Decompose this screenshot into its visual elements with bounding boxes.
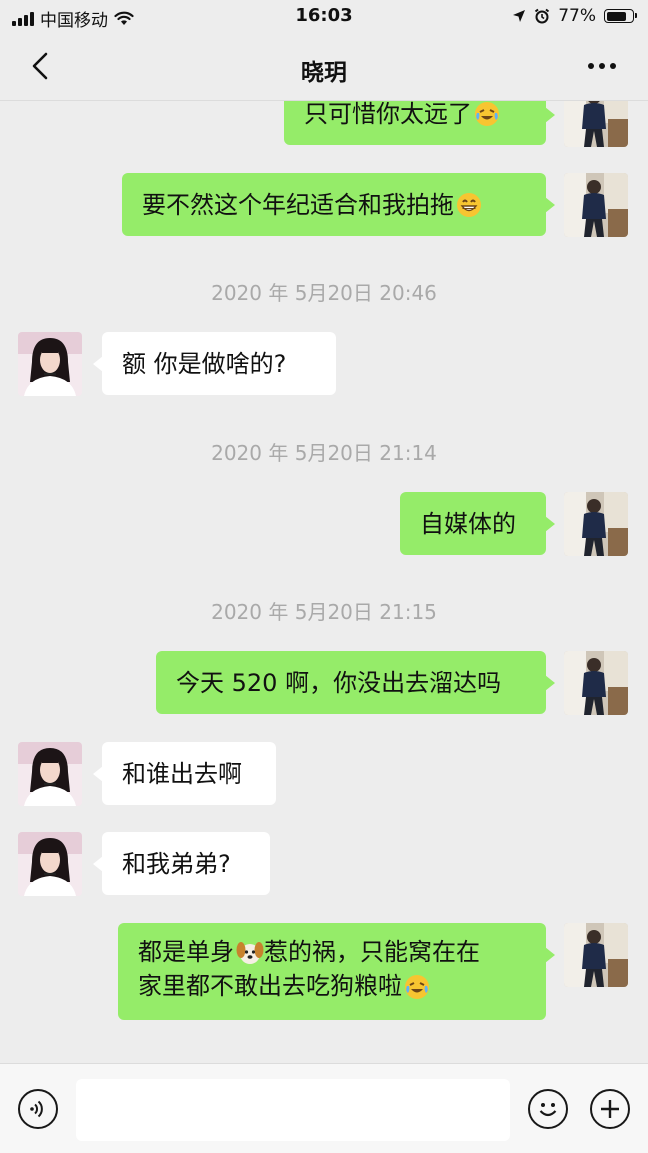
more-options-icon[interactable] <box>584 54 620 78</box>
dog-face-emoji <box>236 942 264 964</box>
contact-avatar[interactable] <box>18 742 82 806</box>
message-bubble-received[interactable]: 和我弟弟? <box>93 832 270 895</box>
voice-icon <box>30 1100 43 1118</box>
timestamp: 2020 年 5月20日 20:46 <box>211 281 437 305</box>
nav-bar: 晓玥 <box>0 34 648 101</box>
emoji-button[interactable] <box>528 1089 568 1129</box>
message-bubble-sent[interactable]: 要不然这个年纪适合和我拍拖 <box>122 173 555 236</box>
chat-title: 晓玥 <box>301 60 347 86</box>
message-line: 都是单身 惹的祸，只能窝在在 <box>138 935 480 969</box>
message-text: 额 你是做啥的? <box>122 349 287 378</box>
timestamp: 2020 年 5月20日 21:14 <box>211 441 437 465</box>
message-bubble-sent[interactable]: 自媒体的 <box>400 492 555 555</box>
status-right: 77% <box>512 6 637 26</box>
battery-percent: 77% <box>558 6 596 26</box>
plus-icon <box>601 1100 619 1118</box>
message-text: 家里都不敢出去吃狗粮啦 <box>138 972 402 1000</box>
message-bubble-sent[interactable]: 今天 520 啊，你没出去溜达吗 <box>156 651 555 714</box>
voice-button[interactable] <box>18 1089 58 1129</box>
my-avatar[interactable] <box>564 101 628 147</box>
message-bubble-sent[interactable]: 都是单身 惹的祸，只能窝在在 家里都不敢出去吃狗粮啦 <box>118 923 555 1020</box>
message-text: 都是单身 <box>138 938 234 966</box>
message-list[interactable]: 只可惜你太远了 要不然这个年纪适合和我拍拖 2020 年 5月20日 20:46… <box>0 101 648 1063</box>
message-text: 和谁出去啊 <box>122 759 242 788</box>
message-bubble-received[interactable]: 和谁出去啊 <box>93 742 276 805</box>
crying-laughing-emoji <box>405 975 429 999</box>
my-avatar[interactable] <box>564 651 628 715</box>
battery-icon <box>604 9 637 23</box>
message-text-block: 都是单身 惹的祸，只能窝在在 家里都不敢出去吃狗粮啦 <box>138 935 480 1003</box>
timestamp: 2020 年 5月20日 21:15 <box>211 600 437 624</box>
battery-fill <box>606 11 626 21</box>
message-bubble-sent[interactable]: 只可惜你太远了 <box>284 101 555 145</box>
message-text: 自媒体的 <box>420 509 516 538</box>
my-avatar[interactable] <box>564 173 628 237</box>
input-bar <box>0 1063 648 1153</box>
grinning-emoji <box>457 192 481 217</box>
more-functions-button[interactable] <box>590 1089 630 1129</box>
crying-laughing-emoji <box>475 102 499 126</box>
alarm-icon <box>535 8 550 24</box>
contact-avatar[interactable] <box>18 832 82 896</box>
status-bar: 中国移动 16:03 77% <box>0 0 648 34</box>
message-text: 和我弟弟? <box>122 849 231 878</box>
location-arrow-icon <box>513 10 526 22</box>
message-line: 家里都不敢出去吃狗粮啦 <box>138 969 480 1003</box>
message-text: 只可惜你太远了 <box>304 101 472 128</box>
my-avatar[interactable] <box>564 923 628 987</box>
message-input[interactable] <box>76 1079 510 1141</box>
contact-avatar[interactable] <box>18 332 82 396</box>
message-text: 要不然这个年纪适合和我拍拖 <box>142 190 454 219</box>
message-text: 今天 520 啊，你没出去溜达吗 <box>176 668 502 697</box>
message-bubble-received[interactable]: 额 你是做啥的? <box>93 332 336 395</box>
smile-icon <box>539 1103 557 1117</box>
my-avatar[interactable] <box>564 492 628 556</box>
message-text: 惹的祸，只能窝在在 <box>264 938 480 966</box>
